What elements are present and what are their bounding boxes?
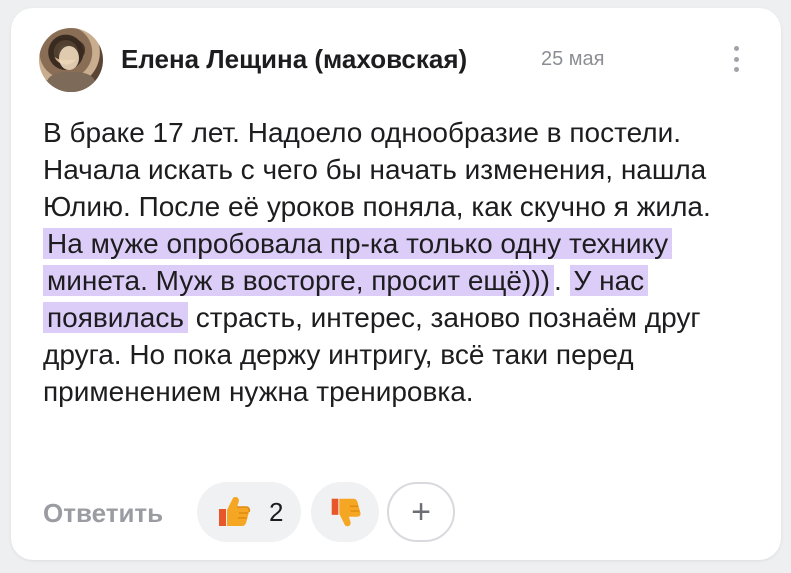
more-options-icon[interactable]	[725, 42, 747, 76]
plus-icon: +	[411, 493, 431, 531]
reply-button[interactable]: Ответить	[43, 498, 163, 529]
avatar[interactable]	[39, 28, 103, 92]
comment-text-part: В браке 17 лет. Надоело однообразие в по…	[43, 117, 711, 222]
author-name[interactable]: Елена Лещина (маховская)	[121, 44, 467, 75]
comment-date: 25 мая	[541, 48, 605, 70]
comment-text: В браке 17 лет. Надоело однообразие в по…	[43, 114, 743, 410]
thumbs-up-icon	[219, 497, 251, 526]
more-dot	[733, 67, 739, 72]
thumbs-down-icon	[331, 498, 361, 527]
like-button[interactable]: 2	[197, 482, 301, 542]
dislike-button[interactable]	[311, 482, 379, 542]
more-dot	[733, 56, 739, 62]
add-reaction-button[interactable]: +	[387, 482, 455, 542]
more-dot	[733, 46, 739, 51]
comment-card: Елена Лещина (маховская) 25 мая В браке …	[11, 8, 781, 560]
avatar-face	[59, 46, 79, 70]
comment-text-part: .	[553, 265, 570, 296]
like-count: 2	[269, 496, 284, 527]
avatar-body	[47, 72, 95, 92]
